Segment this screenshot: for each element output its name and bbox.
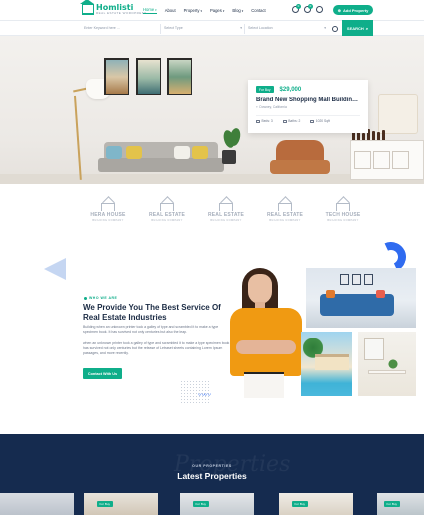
user-icon[interactable] (316, 6, 323, 13)
armchair (268, 140, 332, 182)
plus-icon: ⊕ (337, 7, 341, 13)
chevron-down-icon: ▾ (155, 7, 157, 12)
plant-pot (222, 150, 236, 164)
heart-icon[interactable]: 0 (304, 4, 313, 13)
decorative-triangle (44, 258, 66, 280)
nav-item-pages[interactable]: Pages ▾ (210, 7, 224, 14)
search-button[interactable]: SEARCH ⌕ (342, 20, 373, 36)
property-card[interactable] (0, 493, 74, 515)
section-title: Latest Properties (177, 471, 247, 481)
decorative-wave: 〰〰 (198, 392, 211, 399)
property-card[interactable]: For Buy (377, 493, 424, 515)
site-header: Homlisti REAL ESTATE WORDPRESS Home ▾ Abo… (0, 0, 424, 20)
favorites-count-badge: 0 (308, 4, 313, 9)
about-title: We Provide You The Best Service Of Real … (83, 303, 221, 322)
house-logo-icon (160, 203, 174, 211)
compare-icon[interactable]: 0 (292, 4, 301, 13)
nav-item-blog[interactable]: Blog ▾ (232, 7, 243, 14)
about-paragraph: when an unknown printer took a galley of… (83, 341, 230, 355)
property-image (180, 493, 254, 515)
nav-item-about[interactable]: About (165, 7, 176, 14)
nav-item-home[interactable]: Home ▾ (143, 7, 157, 14)
partner-brands: HERA HOUSE BUILDING COMPANY REAL ESTATE … (0, 184, 424, 240)
site-logo[interactable]: Homlisti REAL ESTATE WORDPRESS (80, 0, 147, 15)
brand-logo[interactable]: HERA HOUSE BUILDING COMPANY (83, 203, 133, 222)
listing-tag: For Buy (384, 501, 400, 507)
contact-button[interactable]: Contact With Us (83, 368, 122, 379)
chevron-down-icon: ▾ (324, 26, 326, 30)
keyword-search-input[interactable]: Enter Keyword here ... (84, 26, 120, 30)
wall-art (136, 58, 161, 95)
feature-area: 1020 Sqft (310, 119, 330, 123)
listing-tag: For Buy (256, 86, 274, 93)
chevron-down-icon: ▾ (200, 8, 202, 13)
dining-room-photo (358, 332, 416, 396)
map-pin-icon: ⌖ (256, 105, 258, 109)
brand-logo[interactable]: REAL ESTATE BUILDING COMPANY (260, 203, 310, 222)
feature-beds: Beds: 3 (256, 119, 273, 123)
pool-house-photo (301, 332, 352, 396)
property-image (0, 493, 74, 515)
chevron-down-icon: ▾ (222, 8, 225, 13)
property-title[interactable]: Brand New Shopping Mall Building for Sal… (256, 97, 360, 103)
featured-property-card[interactable]: For Buy $29,000 Brand New Shopping Mall … (248, 80, 368, 133)
property-card[interactable]: For Buy (180, 493, 254, 515)
house-logo-icon (336, 203, 350, 211)
listing-tag: For Buy (97, 501, 113, 507)
house-logo-icon (80, 0, 94, 15)
chevron-down-icon: ▾ (240, 26, 242, 30)
section-kicker: OUR PROPERTIES (192, 464, 232, 468)
property-image (279, 493, 353, 515)
property-image (84, 493, 158, 515)
chevron-down-icon: ▾ (241, 8, 244, 13)
logo-tagline: REAL ESTATE WORDPRESS (96, 11, 147, 15)
listing-tag: For Buy (292, 501, 308, 507)
about-section: WHO WE ARE We Provide You The Best Servi… (0, 240, 424, 434)
bath-icon (282, 119, 287, 123)
search-icon: ⌕ (365, 25, 369, 31)
location-select[interactable]: Select Location ▾ (248, 26, 326, 30)
property-type-select[interactable]: Select Type ▾ (164, 26, 242, 30)
feature-baths: Baths: 2 (282, 119, 300, 123)
listing-tag: For Buy (193, 501, 209, 507)
nav-item-contact[interactable]: Contact (251, 7, 265, 14)
main-nav: Home ▾ About Property ▾ Pages ▾ Blog ▾ Conta… (143, 7, 266, 14)
property-card[interactable]: For Buy (279, 493, 353, 515)
sideboard (350, 140, 424, 180)
house-logo-icon (101, 203, 115, 211)
nav-item-property[interactable]: Property ▾ (184, 7, 202, 14)
house-logo-icon (219, 203, 233, 211)
bed-icon (256, 119, 260, 123)
divider (160, 24, 161, 34)
divider (244, 24, 245, 34)
wall-art (104, 58, 129, 95)
living-room-photo (306, 268, 416, 328)
advanced-filter-icon[interactable] (332, 26, 338, 32)
sofa (98, 142, 224, 176)
property-price: $29,000 (279, 86, 302, 93)
brand-logo[interactable]: REAL ESTATE BUILDING COMPANY (201, 203, 251, 222)
property-card[interactable]: For Buy (84, 493, 158, 515)
wall-art (167, 58, 192, 95)
header-icons: 0 0 (292, 4, 323, 13)
property-features: Beds: 3 Baths: 2 1020 Sqft (256, 115, 360, 123)
about-paragraph: Building when an unknown printer took a … (83, 325, 219, 334)
section-kicker: WHO WE ARE (84, 296, 117, 300)
property-address: ⌖ Downey, California (256, 105, 287, 109)
compare-count-badge: 0 (296, 4, 301, 9)
agent-photo (226, 268, 304, 398)
brand-logo[interactable]: REAL ESTATE BUILDING COMPANY (142, 203, 192, 222)
latest-properties-section: Properties OUR PROPERTIES Latest Propert… (0, 434, 424, 515)
brand-logo[interactable]: TECH HOUSE BUILDING COMPANY (318, 203, 368, 222)
area-icon (310, 119, 315, 123)
house-logo-icon (278, 203, 292, 211)
add-property-button[interactable]: ⊕ Add Property (333, 5, 373, 15)
